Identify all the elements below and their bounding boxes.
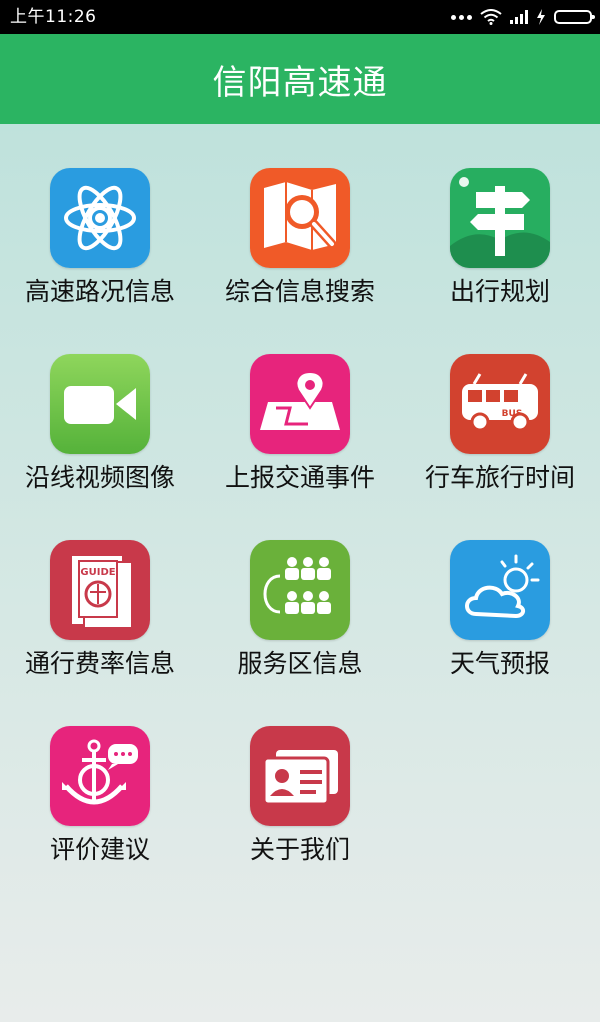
menu-item-weather[interactable]: 天气预报 (400, 496, 600, 678)
signal-icon (510, 10, 528, 24)
menu-item-roadside-video[interactable]: 沿线视频图像 (0, 310, 200, 492)
bus-icon: BUS (450, 354, 550, 454)
menu-item-label: 出行规划 (449, 277, 550, 306)
menu-item-label: 上报交通事件 (224, 463, 375, 492)
app-header: 信阳高速通 (0, 34, 600, 124)
menu-grid: 高速路况信息 综合信息搜索 出行规划 沿线视频图像 上报交通事件 BUS 行车旅… (0, 124, 600, 1022)
guide-book-icon: GUIDE (50, 540, 150, 640)
menu-item-label: 综合信息搜索 (224, 277, 375, 306)
battery-icon (554, 10, 595, 24)
menu-item-toll-rates[interactable]: GUIDE 通行费率信息 (0, 496, 200, 678)
menu-item-label: 高速路况信息 (24, 277, 175, 306)
atom-icon (50, 168, 150, 268)
id-card-icon (250, 726, 350, 826)
status-time: 上午11:26 (10, 7, 97, 27)
menu-item-label: 行车旅行时间 (424, 463, 575, 492)
anchor-chat-icon (50, 726, 150, 826)
signpost-icon (450, 168, 550, 268)
charging-icon (537, 9, 545, 25)
more-dots-icon (451, 14, 472, 20)
menu-item-about-us[interactable]: 关于我们 (200, 682, 400, 864)
app-title: 信阳高速通 (212, 62, 388, 103)
wifi-icon (480, 9, 502, 25)
map-search-icon (250, 168, 350, 268)
status-icons (451, 6, 595, 28)
map-pin-icon (250, 354, 350, 454)
menu-item-travel-time[interactable]: BUS 行车旅行时间 (400, 310, 600, 492)
service-area-icon (250, 540, 350, 640)
menu-item-service-area[interactable]: 服务区信息 (200, 496, 400, 678)
menu-item-label: 评价建议 (49, 835, 150, 864)
menu-item-trip-planning[interactable]: 出行规划 (400, 124, 600, 306)
menu-item-feedback[interactable]: 评价建议 (0, 682, 200, 864)
menu-item-report-event[interactable]: 上报交通事件 (200, 310, 400, 492)
menu-item-label: 通行费率信息 (24, 649, 175, 678)
menu-item-info-search[interactable]: 综合信息搜索 (200, 124, 400, 306)
menu-item-road-status[interactable]: 高速路况信息 (0, 124, 200, 306)
menu-item-label: 沿线视频图像 (24, 463, 175, 492)
menu-item-label: 服务区信息 (237, 649, 363, 678)
svg-text:GUIDE: GUIDE (80, 567, 115, 578)
menu-item-label: 天气预报 (449, 649, 550, 678)
status-bar: 上午11:26 (0, 0, 600, 34)
video-camera-icon (50, 354, 150, 454)
weather-icon (450, 540, 550, 640)
menu-item-label: 关于我们 (249, 835, 350, 864)
